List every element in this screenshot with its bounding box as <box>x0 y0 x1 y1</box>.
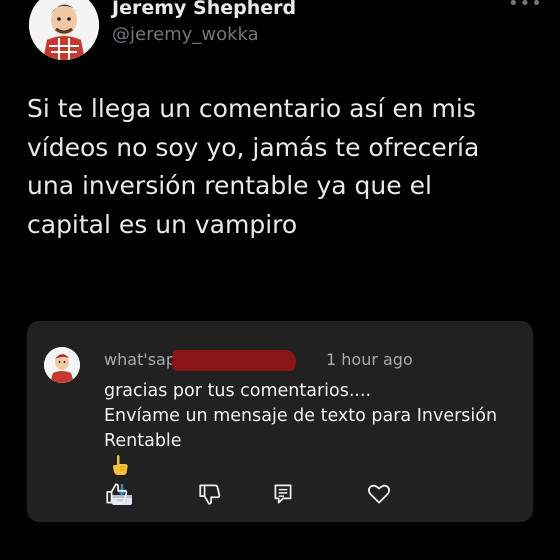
comment-body-line: Envíame un mensaje de texto para Inversi… <box>104 406 498 426</box>
comment-actions <box>27 481 533 509</box>
redaction-mark <box>170 350 298 371</box>
tweet-text-line: una inversión rentable ya que el <box>27 171 432 200</box>
author-handle[interactable]: @jeremy_wokka <box>112 24 259 45</box>
tweet-text-line: Si te llega un comentario así en mis <box>27 94 476 123</box>
comment-body-line: gracias por tus comentarios.... <box>104 381 372 401</box>
tweet-text-line: capital es un vampiro <box>27 209 298 239</box>
embedded-comment-card: what'sapp 1 hour ago gracias por tus com… <box>27 321 533 522</box>
like-icon[interactable] <box>104 481 130 507</box>
heart-icon[interactable] <box>366 481 392 507</box>
tweet-header: Jeremy Shepherd @jeremy_wokka ••• <box>0 0 560 62</box>
comment-time: 1 hour ago <box>326 350 413 369</box>
tweet-text: Si te llega un comentario así en mis víd… <box>27 90 527 244</box>
cartoon-avatar-icon[interactable] <box>29 0 99 60</box>
commenter-avatar-icon[interactable] <box>44 347 80 383</box>
comment-body-line: Rentable <box>104 431 182 451</box>
reply-icon[interactable] <box>270 481 296 507</box>
pointing-hand-icon <box>110 454 529 484</box>
author-display-name[interactable]: Jeremy Shepherd <box>112 0 296 19</box>
more-options-icon[interactable]: ••• <box>508 0 542 14</box>
comment-meta: what'sapp 1 hour ago <box>104 350 504 372</box>
dislike-icon[interactable] <box>197 481 223 507</box>
tweet-text-line: vídeos no soy yo, jamás te ofrecería <box>27 132 480 162</box>
